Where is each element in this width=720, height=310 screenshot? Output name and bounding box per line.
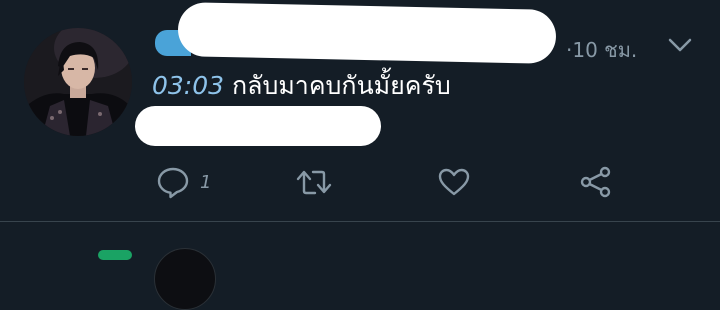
- action-bar: 1: [0, 160, 720, 204]
- chevron-down-icon[interactable]: [666, 34, 694, 56]
- next-tweet-partial[interactable]: [0, 222, 720, 310]
- avatar[interactable]: [24, 28, 132, 136]
- text-redaction: [135, 106, 381, 146]
- next-tweet-avatar[interactable]: [154, 248, 216, 310]
- heart-icon: [438, 168, 470, 196]
- reply-count: 1: [200, 171, 212, 193]
- tweet[interactable]: ·10 ชม. 03:03 กลับมาคบกันมั้ยครับ 1: [0, 0, 720, 221]
- reply-button[interactable]: 1: [156, 160, 211, 204]
- share-icon: [580, 166, 611, 198]
- reply-icon: [157, 167, 189, 199]
- share-button[interactable]: [580, 160, 612, 204]
- like-button[interactable]: [438, 160, 470, 204]
- tweet-body: กลับมาคบกันมั้ยครับ: [224, 71, 451, 100]
- tweet-timestamp-text: 03:03: [152, 71, 225, 100]
- retweet-button[interactable]: [296, 160, 332, 204]
- next-tweet-badge: [98, 250, 132, 260]
- name-redaction: [177, 2, 557, 64]
- retweet-icon: [296, 170, 332, 195]
- time-ago[interactable]: ·10 ชม.: [566, 34, 637, 66]
- tweet-text: 03:03 กลับมาคบกันมั้ยครับ: [152, 70, 451, 102]
